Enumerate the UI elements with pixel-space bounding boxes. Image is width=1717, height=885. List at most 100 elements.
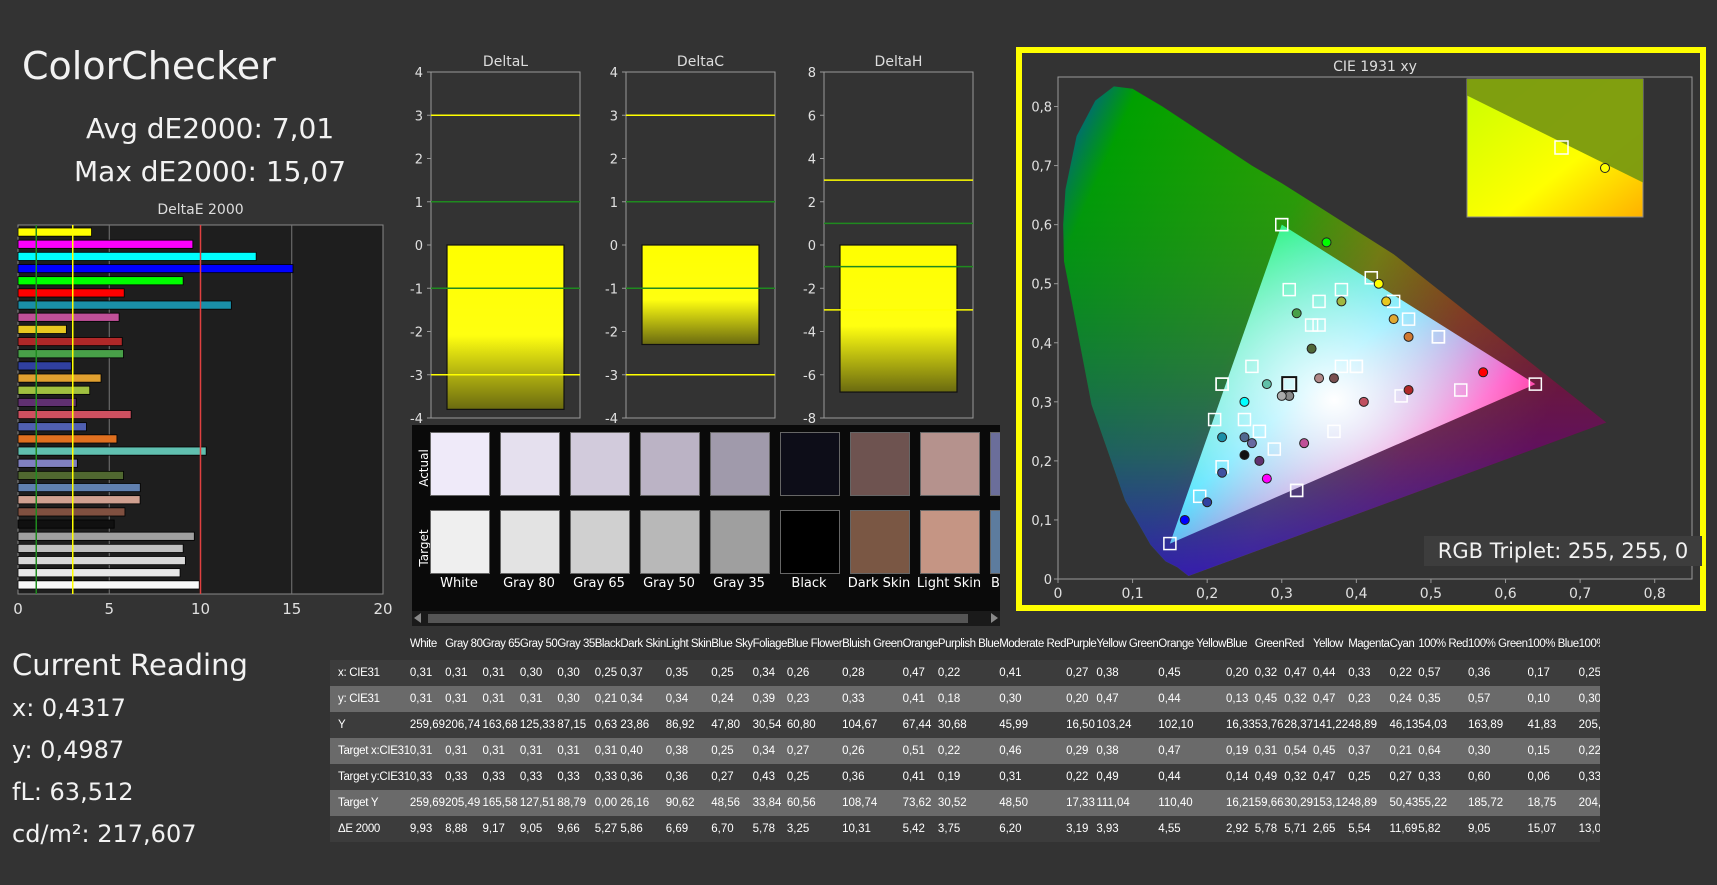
- table-cell: 48,50: [999, 797, 1028, 809]
- table-cell: 41,83: [1527, 719, 1557, 731]
- table-cell: 104,67: [842, 719, 878, 731]
- table-col-header: 100% Green: [1467, 628, 1528, 660]
- current-x: x: 0,4317: [12, 694, 126, 722]
- table-cell: 0,24: [711, 693, 734, 705]
- deltae-bar: [17, 531, 195, 541]
- deltae-chart: DeltaE 2000 0 5 10 15 20: [13, 202, 392, 618]
- table-col-header: Yellow: [1313, 628, 1349, 660]
- deltae-bar: [17, 288, 125, 298]
- table-cell: 6,20: [999, 823, 1022, 835]
- cie-panel: CIE 1931 xy 0 0,1 0,2 0,3 0,4 0,5 0,6 0,7 0,8 0 0,1…: [1016, 47, 1706, 611]
- table-cell: 0,15: [1527, 745, 1550, 757]
- table-cell: 0,45: [1158, 667, 1181, 679]
- table-cell: 45,99: [999, 719, 1028, 731]
- table-cell: 0,26: [842, 745, 865, 757]
- table-cell: 26,16: [620, 797, 650, 809]
- swatch-target: [780, 510, 840, 574]
- swatch-name: Light Skin: [916, 576, 982, 591]
- table-cell: 259,69: [409, 719, 446, 731]
- table-cell: 87,15: [557, 719, 587, 731]
- table-row-label: Target y:CIE31: [338, 771, 410, 783]
- table-col-header: Moderate Red: [999, 628, 1067, 660]
- measured-point: [1314, 373, 1325, 384]
- table-cell: 5,71: [1284, 823, 1307, 835]
- table-row-label: Target Y: [338, 797, 379, 809]
- table-cell: 108,74: [842, 797, 878, 809]
- table-cell: 0,47: [902, 667, 925, 679]
- swatch-actual: [850, 432, 910, 496]
- table-cell: 48,89: [1348, 719, 1377, 731]
- table-cell: 0,39: [752, 693, 776, 705]
- table-cell: 30,54: [752, 719, 782, 731]
- table-cell: 0,33: [842, 693, 865, 705]
- cie-x-tick-label: 0,5: [1420, 586, 1442, 602]
- deltae-bar: [17, 458, 78, 468]
- cie-x-tick-label: 0,8: [1644, 586, 1666, 602]
- table-col-header: 100% Cyan: [1578, 628, 1600, 660]
- table-cell: 5,86: [620, 823, 643, 835]
- swatch-strip: Actual Target White Gray 80 Gray 65 Gray 50…: [412, 425, 1000, 611]
- swatch-scrollbar[interactable]: [412, 611, 1000, 626]
- measured-point: [1217, 467, 1228, 478]
- table-cell: 0,31: [557, 745, 580, 757]
- table-cell: 0,22: [1578, 745, 1600, 757]
- delta-tick-label: 4: [808, 153, 816, 168]
- table-cell: 0,33: [1578, 771, 1600, 783]
- deltae-tick-label: 0: [13, 600, 23, 618]
- table-row-label: Target x:CIE31: [338, 745, 410, 757]
- table-cell: 0,44: [1313, 667, 1336, 679]
- table-cell: 0,44: [1158, 693, 1181, 705]
- table-col-header: Blue Flower: [786, 628, 843, 660]
- table-cell: 47,80: [711, 719, 741, 731]
- table-cell: 102,10: [1158, 719, 1194, 731]
- table-cell: 0,27: [1066, 667, 1089, 679]
- cie-y-tick-label: 0,7: [1031, 160, 1052, 175]
- table-cell: 165,58: [482, 797, 518, 809]
- table-cell: 0,31: [445, 667, 468, 679]
- table-cell: 5,27: [594, 823, 618, 835]
- data-table: White Gray 80 Gray 65 Gray 50 Gray 35 Black Da…: [330, 628, 1600, 842]
- table-cell: 0,57: [1467, 693, 1491, 705]
- measured-point: [1321, 237, 1332, 248]
- table-cell: 0,20: [1225, 667, 1249, 679]
- swatch-actual: [920, 432, 980, 496]
- measured-point: [1239, 396, 1250, 407]
- swatch-actual: [430, 432, 490, 496]
- table-cell: 18,75: [1527, 797, 1557, 809]
- cie-x-tick-label: 0,7: [1569, 586, 1591, 602]
- table-col-header: Purplish Blue: [937, 628, 1000, 660]
- scroll-thumb[interactable]: [428, 614, 968, 623]
- delta-tick-label: -2: [410, 326, 423, 341]
- table-col-header: Foliage: [752, 628, 787, 660]
- delta-tick-label: 0: [808, 239, 816, 254]
- deltae-tick-label: 20: [373, 600, 392, 618]
- swatch-target: [850, 510, 910, 574]
- delta-tick-label: 2: [610, 153, 618, 168]
- table-cell: 0,34: [665, 693, 689, 705]
- current-cdm2: cd/m²: 217,607: [12, 820, 197, 848]
- table-row: Y 259,69 206,74 163,68 125,33 87,15 0,63 23,86 8…: [330, 712, 1600, 738]
- cie-x-tick-label: 0: [1054, 586, 1063, 602]
- table-cell: 46,13: [1389, 719, 1419, 731]
- scroll-right-icon[interactable]: [991, 613, 998, 623]
- table-cell: 0,25: [1578, 667, 1600, 679]
- table-cell: 0,10: [1527, 693, 1550, 705]
- table-cell: 0,51: [902, 745, 925, 757]
- swatch-target: [710, 510, 770, 574]
- swatch-target-label: Target: [417, 529, 431, 567]
- table-cell: 0,49: [1254, 771, 1278, 783]
- table-cell: 17,33: [1066, 797, 1095, 809]
- table-cell: 9,05: [1467, 823, 1491, 835]
- table-cell: 0,29: [1066, 745, 1089, 757]
- table-cell: 9,17: [482, 823, 505, 835]
- delta-tick-label: 2: [415, 153, 423, 168]
- table-cell: 0,47: [1284, 667, 1307, 679]
- max-de-label: Max dE2000: 15,07: [74, 155, 347, 188]
- delta-tick-label: -4: [410, 412, 423, 426]
- measured-point: [1254, 455, 1265, 466]
- deltae-bar: [17, 264, 294, 274]
- table-cell: 0,33: [409, 771, 433, 783]
- cie-x-tick-label: 0,4: [1345, 586, 1367, 602]
- scroll-left-icon[interactable]: [414, 613, 421, 623]
- cie-x-tick-label: 0,2: [1196, 586, 1218, 602]
